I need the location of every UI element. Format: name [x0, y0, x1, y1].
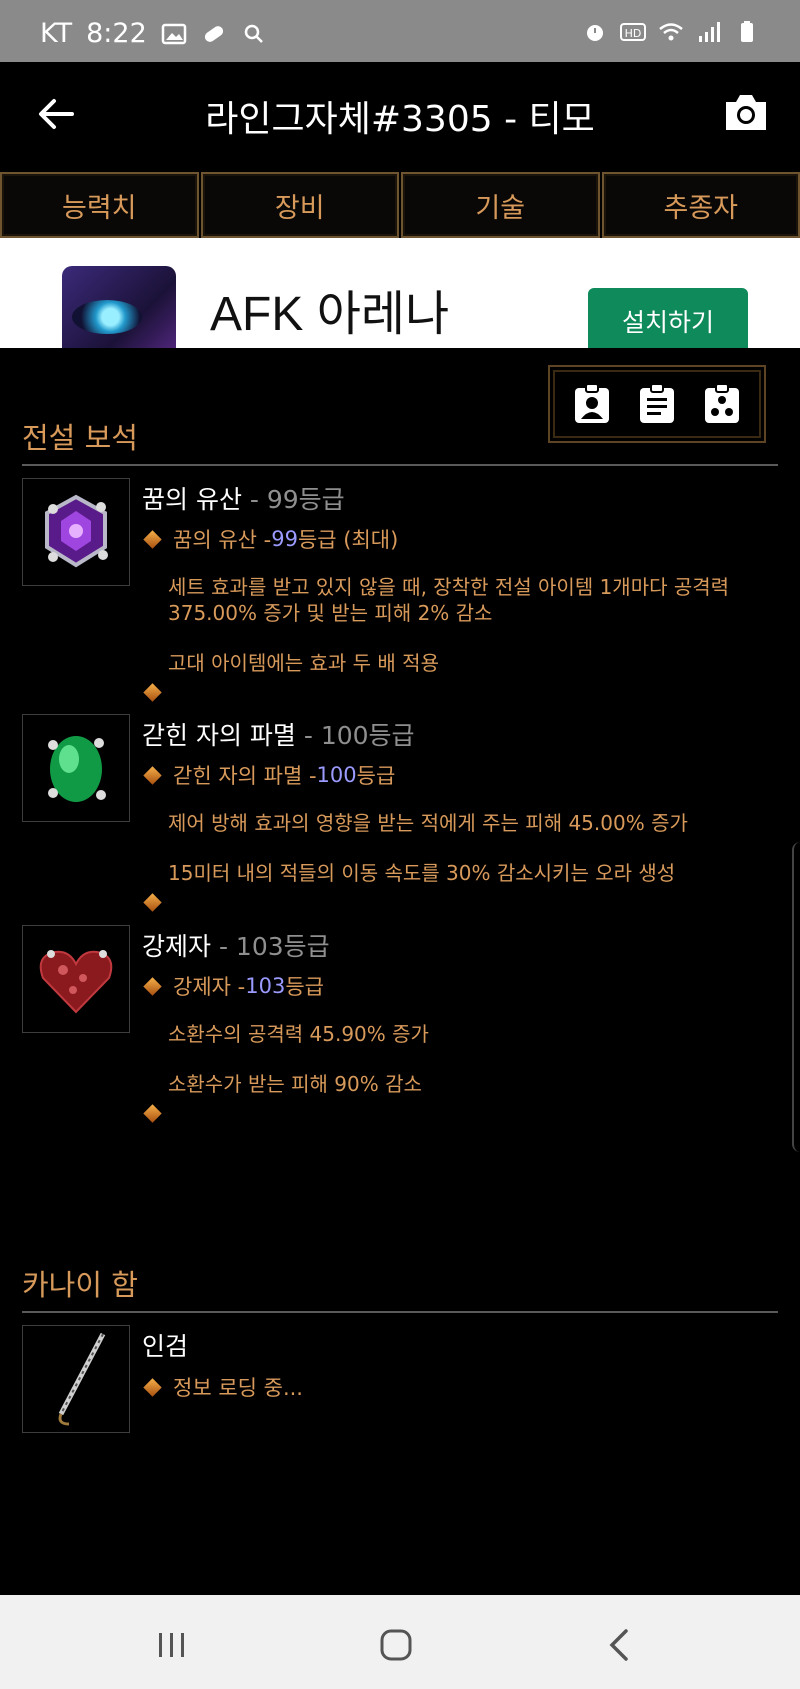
bullet-diamond-icon: [143, 976, 162, 996]
bullet-diamond-icon: [143, 1377, 162, 1397]
home-icon[interactable]: [376, 1625, 416, 1665]
svg-text:HD: HD: [625, 27, 642, 40]
back-nav-icon[interactable]: [600, 1625, 640, 1665]
bullet-diamond-icon: [143, 765, 162, 785]
pill-icon: [204, 25, 223, 42]
hd-icon: HD: [620, 23, 646, 41]
tab-followers[interactable]: 추종자: [601, 172, 800, 238]
tab-bar: 능력치 장비 기술 추종자: [0, 172, 800, 238]
battery-icon: [741, 21, 753, 42]
cube-item-name: 인검: [142, 1332, 189, 1361]
gem-icon-legacy-of-dreams[interactable]: [22, 478, 130, 586]
gem-icon-enforcer[interactable]: [22, 925, 130, 1033]
bullet-diamond-icon: [143, 529, 162, 549]
section-title-kanai-cube: 카나이 함: [22, 1268, 138, 1302]
gem-effect-text: 15미터 내의 적들의 이동 속도를 30% 감소시키는 오라 생성: [168, 861, 676, 885]
section-title-legendary-gems: 전설 보석: [22, 421, 138, 455]
tab-equipment[interactable]: 장비: [200, 172, 399, 238]
gem-effect-text: 제어 방해 효과의 영향을 받는 적에게 주는 피해 45.00% 증가: [168, 811, 688, 835]
bullet-diamond-row: [142, 1104, 173, 1124]
gem-name: 갇힌 자의 파멸 - 100등급: [142, 721, 415, 750]
clipboard-list-icon[interactable]: [637, 383, 677, 425]
system-nav-bar: [0, 1595, 800, 1689]
red-heart-gem-icon: [39, 950, 113, 1014]
ad-title[interactable]: AFK 아레나: [210, 274, 449, 344]
bullet-diamond-row: [142, 893, 173, 913]
gem-rank-line: 꿈의 유산 - 99 등급 (최대): [142, 524, 398, 554]
gem-slots-icon[interactable]: [702, 383, 742, 425]
section-divider: [22, 464, 778, 466]
bullet-diamond-icon: [143, 683, 162, 702]
gem-effect-text: 세트 효과를 받고 있지 않을 때, 장착한 전설 아이템 1개마다 공격력 3…: [168, 575, 730, 625]
gem-effect-text: 소환수가 받는 피해 90% 감소: [168, 1072, 422, 1096]
gallery-icon: [161, 23, 186, 44]
cube-item-status: 정보 로딩 중...: [142, 1372, 303, 1402]
recent-apps-icon[interactable]: [152, 1625, 192, 1665]
page-title: 라인그자체#3305 - 티모: [205, 99, 595, 140]
wifi-icon: [659, 23, 683, 41]
app-bar: 라인그자체#3305 - 티모: [0, 62, 800, 172]
bullet-diamond-row: [142, 683, 173, 703]
scroll-edge-handle[interactable]: [792, 842, 800, 1152]
search-icon: [244, 24, 263, 43]
install-button[interactable]: 설치하기: [588, 288, 748, 348]
ad-banner[interactable]: AFK 아레나 설치하기: [0, 238, 800, 348]
signal-icon: [699, 22, 720, 42]
camera-icon[interactable]: [722, 90, 770, 134]
bullet-diamond-icon: [143, 1104, 162, 1123]
gem-rank-line: 강제자 - 103 등급: [142, 971, 324, 1001]
status-bar: KT 8:22 HD: [0, 0, 800, 62]
carrier-label: KT: [40, 18, 73, 49]
sword-icon: [58, 1332, 106, 1426]
section-divider: [22, 1311, 778, 1313]
purple-gem-icon: [45, 494, 108, 568]
gem-name: 강제자 - 103등급: [142, 932, 330, 961]
bullet-diamond-icon: [143, 893, 162, 912]
gem-effect-text: 고대 아이템에는 효과 두 배 적용: [168, 651, 439, 675]
tab-stats[interactable]: 능력치: [0, 172, 199, 238]
clock: 8:22: [86, 18, 147, 49]
alarm-icon: [587, 25, 603, 41]
gem-name: 꿈의 유산 - 99등급: [142, 485, 345, 514]
green-gem-icon: [48, 736, 106, 802]
profile-badge-icon[interactable]: [572, 383, 612, 425]
gem-effect-text: 소환수의 공격력 45.90% 증가: [168, 1022, 429, 1046]
ad-app-icon[interactable]: [62, 266, 176, 348]
gem-rank-line: 갇힌 자의 파멸 - 100 등급: [142, 760, 395, 790]
tab-skills[interactable]: 기술: [401, 172, 600, 238]
gem-icon-banes-of-trapped[interactable]: [22, 714, 130, 822]
view-mode-toolbar: [548, 365, 766, 443]
cube-item-icon[interactable]: [22, 1325, 130, 1433]
